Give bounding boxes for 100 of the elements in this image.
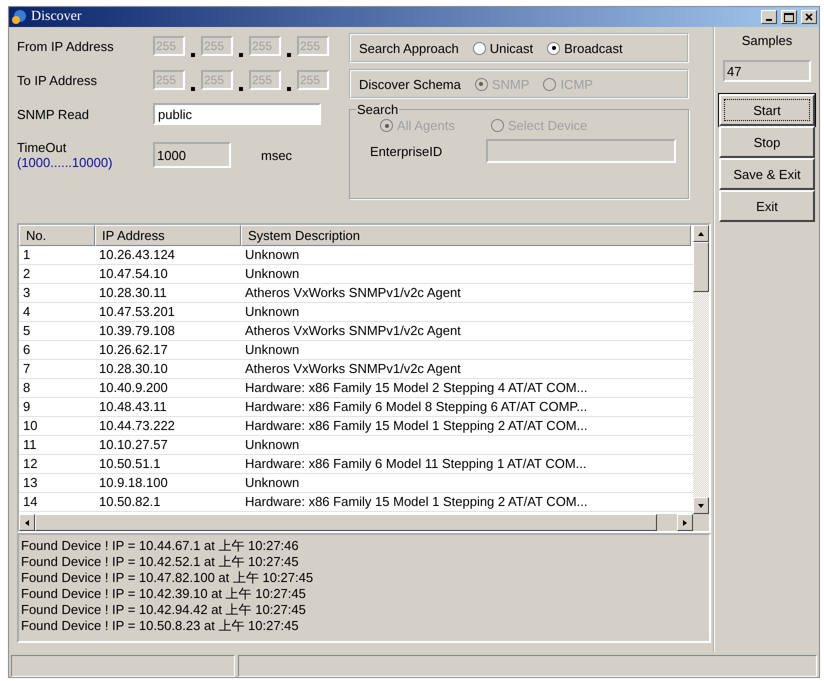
scrollbar-thumb[interactable] [693,242,709,292]
table-cell-text: 10.26.62.17 [98,341,169,359]
table-cell-text: 10.10.27.57 [98,436,169,454]
table-row[interactable]: 11 10.10.27.57 Unknown [19,436,693,455]
scrollbar-corner [693,514,709,531]
table-row[interactable]: 5 10.39.79.108 Atheros VxWorks SNMPv1/v2c Agent [19,322,693,341]
log-line: Found Device ! IP = 10.44.67.1 at 上午 10:27:46 [21,538,300,554]
table-cell-text: 9 [22,398,32,416]
table-row[interactable]: 2 10.47.54.10 Unknown [19,265,693,284]
table-cell-text: 10.48.43.11 [98,398,168,416]
action-button[interactable]: Save & Exit [719,158,815,190]
table-row[interactable]: 13 10.9.18.100 Unknown [19,474,693,493]
maximize-icon [784,12,794,22]
table-cell-text: Hardware: x86 Family 15 Model 2 Stepping 4 AT/AT COM... [244,379,588,397]
field-label: From IP Address [17,38,115,54]
table-cell-text: 10.50.51.1 [98,455,162,473]
table-row[interactable]: 12 10.50.51.1 Hardware: x86 Family 6 Model 11 Stepping 1 AT/AT COM... [19,455,693,474]
group-label: Discover Schema [359,76,461,92]
unit-label: msec [261,148,292,162]
log-line: Found Device ! IP = 10.42.39.10 at 上午 10:27:45 [21,586,307,602]
table-cell-text: 10.47.53.201 [98,303,176,321]
action-button[interactable]: Exit [719,190,815,222]
table-cell-text: 11 [22,436,38,454]
table-cell-text: Hardware: x86 Family 6 Model 8 Stepping 6 AT/AT COMP... [244,398,588,416]
table-cell-text: Hardware: x86 Family 6 Model 11 Stepping 1 AT/AT COM... [244,455,588,473]
table-cell-text: 10.28.30.10 [98,360,169,378]
table-cell-text: 3 [22,284,32,302]
table-cell-text: 10.44.73.222 [98,417,176,435]
table-row[interactable]: 4 10.47.53.201 Unknown [19,303,693,322]
radio-button[interactable] [547,42,560,54]
table-cell-text: 4 [22,303,32,321]
table-cell-text: Atheros VxWorks SNMPv1/v2c Agent [244,284,462,302]
scroll-up-button[interactable] [693,225,709,242]
log-line: Found Device ! IP = 10.47.82.100 at 上午 10:27:45 [21,570,314,586]
samples-label: Samples [742,33,792,48]
field-label: TimeOut [17,140,68,155]
table-cell-text: 6 [22,341,32,359]
table-cell-text: Unknown [244,474,300,492]
window-title: Discover [31,9,83,25]
table-row[interactable]: 14 10.50.82.1 Hardware: x86 Family 15 Model 1 Stepping 2 AT/AT COM... [19,493,693,512]
column-header[interactable]: IP Address [95,225,241,246]
vertical-scrollbar[interactable] [693,225,709,514]
table-cell-text: Unknown [244,265,300,283]
left-arrow-icon [23,518,31,526]
table-cell-text: 10.50.82.1 [98,493,162,511]
table-row[interactable]: 1 10.26.43.124 Unknown [19,246,693,265]
table-cell-text: 1 [22,246,32,264]
table-cell-text: Hardware: x86 Family 15 Model 1 Stepping 2 AT/AT COM... [244,493,588,511]
radio-button[interactable] [472,42,486,54]
table-row[interactable]: 8 10.40.9.200 Hardware: x86 Family 15 Model 2 Stepping 4 AT/AT COM... [19,379,693,398]
table-cell-text: 10.26.43.124 [98,246,176,264]
minimize-button[interactable] [761,10,777,24]
close-icon [805,13,813,21]
down-arrow-icon [697,502,705,510]
action-button[interactable]: Stop [719,126,815,158]
table-cell-text: Atheros VxWorks SNMPv1/v2c Agent [244,322,462,340]
scroll-down-button[interactable] [693,497,709,514]
close-button[interactable] [801,10,817,24]
column-header[interactable]: No. [19,225,95,246]
samples-field[interactable]: 47 [723,60,811,82]
scroll-left-button[interactable] [19,514,35,531]
table-cell-text: Hardware: x86 Family 15 Model 1 Stepping 2 AT/AT COM... [244,417,588,435]
table-row[interactable]: 10 10.44.73.222 Hardware: x86 Family 15 Model 1 Stepping 2 AT/AT COM... [19,417,693,436]
radio-option[interactable]: Unicast [472,40,534,56]
table-cell-text: 10.9.18.100 [98,474,169,492]
table-cell-text: Unknown [244,436,300,454]
up-arrow-icon [697,230,705,238]
snmp-read-field[interactable]: public [153,103,321,125]
table-cell-text: Unknown [244,303,300,321]
column-header[interactable]: System Description [241,225,691,246]
table-cell-text: 2 [22,265,32,283]
table-cell-text: 10.47.54.10 [98,265,169,283]
group-title: Search [356,102,400,117]
log-line: Found Device ! IP = 10.42.52.1 at 上午 10:27:45 [21,554,300,570]
table-cell-text: Atheros VxWorks SNMPv1/v2c Agent [244,360,462,378]
radio-option[interactable]: Broadcast [547,40,623,56]
field-label: EnterpriseID [370,144,442,158]
table-row[interactable]: 3 10.28.30.11 Atheros VxWorks SNMPv1/v2c Agent [19,284,693,303]
table-row[interactable]: 7 10.28.30.10 Atheros VxWorks SNMPv1/v2c Agent [19,360,693,379]
table-cell-text: 10 [22,417,38,435]
table-cell-text: 8 [22,379,32,397]
field-label: To IP Address [17,72,98,88]
table-cell-text: 10.40.9.200 [98,379,169,397]
table-cell-text: Unknown [244,341,300,359]
table-cell-text: 12 [22,455,38,473]
range-hint: (1000......10000) [17,155,114,170]
table-cell-text: 13 [22,474,38,492]
scroll-right-button[interactable] [677,514,693,531]
timeout-field[interactable]: 1000 [153,142,231,168]
action-button[interactable]: Start [719,94,815,126]
group-label: Search Approach [359,40,459,56]
table-row[interactable]: 6 10.26.62.17 Unknown [19,341,693,360]
log-line: Found Device ! IP = 10.50.8.23 at 上午 10:27:45 [21,618,300,634]
log-line: Found Device ! IP = 10.42.94.42 at 上午 10:27:45 [21,602,307,618]
right-arrow-icon [681,518,689,526]
table-cell-text: 10.39.79.108 [98,322,176,340]
table-cell-text: 14 [22,493,38,511]
table-cell-text: Unknown [244,246,300,264]
table-row[interactable]: 9 10.48.43.11 Hardware: x86 Family 6 Model 8 Stepping 6 AT/AT COMP... [19,398,693,417]
maximize-button[interactable] [781,10,797,24]
